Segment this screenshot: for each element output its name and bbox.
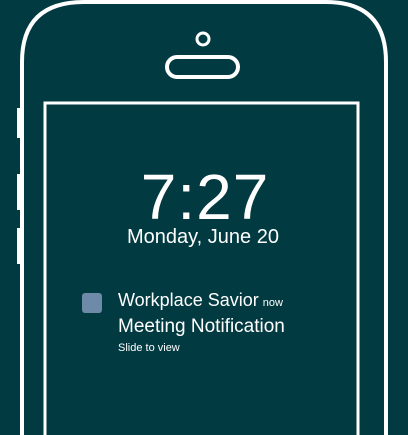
power-button	[268, 0, 318, 4]
app-icon	[82, 293, 102, 313]
volume-up-button	[17, 174, 23, 210]
mute-switch	[17, 108, 23, 138]
front-camera	[195, 31, 211, 47]
notification-app-name: Workplace Savior	[118, 290, 259, 310]
lockscreen-date: Monday, June 20	[127, 226, 279, 248]
notification-title[interactable]: Meeting Notification	[118, 316, 285, 338]
volume-down-button	[17, 228, 23, 264]
slide-to-view-hint: Slide to view	[118, 342, 180, 354]
earpiece-speaker	[165, 55, 240, 79]
notification-header[interactable]: Workplace Savior now	[118, 290, 283, 313]
screen-outline	[43, 101, 360, 435]
lockscreen-time: 7:27	[140, 161, 270, 233]
lockscreen-illustration: 7:27 Monday, June 20 Workplace Savior now…	[0, 0, 408, 435]
notification-time: now	[262, 297, 283, 309]
